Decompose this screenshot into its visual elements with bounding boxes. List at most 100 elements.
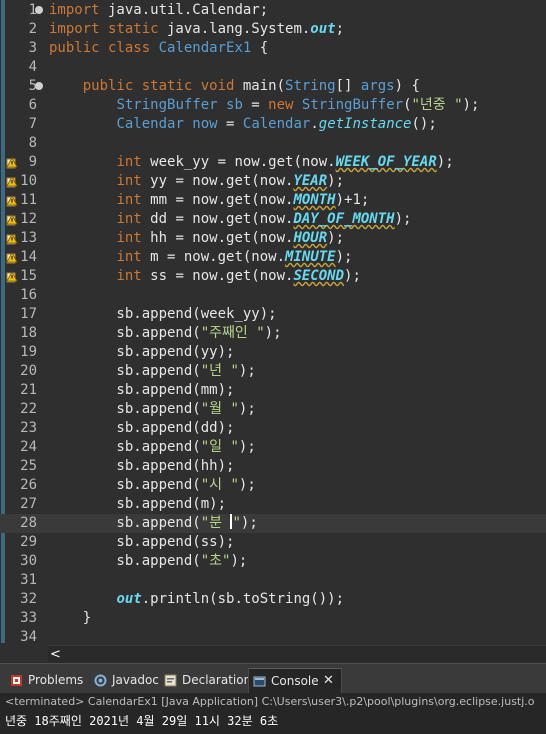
close-icon[interactable]: ✕ [323,669,334,693]
code-token: } [49,610,92,626]
code-line[interactable]: 18 sb.append("주째인 "); [0,324,546,343]
console-view[interactable]: <terminated> CalendarEx1 [Java Applicati… [0,693,546,734]
line-number: 18 [20,325,37,341]
tab-javadoc[interactable]: Javadoc [90,668,159,694]
code-token: { [251,40,269,56]
code-line[interactable]: 20 sb.append("년 "); [0,362,546,381]
code-line[interactable]: 33 } [0,609,546,628]
code-token: ); [238,477,256,493]
code-text: int yy = now.get(now.YEAR); [49,172,344,191]
code-token: ); [436,154,454,170]
code-token: hh = now.get(now. [141,230,294,246]
code-line[interactable]: 34 [0,628,546,645]
code-token: )+1; [335,192,370,208]
tab-console[interactable]: Console ✕ [248,668,342,695]
code-line[interactable]: 9 int week_yy = now.get(now.WEEK_OF_YEAR… [0,153,546,172]
code-line[interactable]: 1 import java.util.Calendar; [0,1,546,20]
code-line[interactable]: 8 [0,134,546,153]
code-line[interactable]: 29 sb.append(ss); [0,533,546,552]
code-editor[interactable]: 1 import java.util.Calendar; 2 import stati… [0,0,546,645]
code-line[interactable]: 16 [0,286,546,305]
line-number: 8 [28,135,37,151]
line-number: 1 [28,2,37,18]
code-token: String [285,78,336,94]
horizontal-scrollbar[interactable]: < [48,645,546,663]
code-token: sb.append( [49,515,201,531]
code-token: ); [238,401,256,417]
code-line[interactable]: 4 [0,58,546,77]
code-token: mm = now.get(now. [141,192,294,208]
code-line[interactable]: 19 sb.append(yy); [0,343,546,362]
code-line[interactable]: 7 Calendar now = Calendar.getInstance(); [0,115,546,134]
code-line[interactable]: 15 int ss = now.get(now.SECOND); [0,267,546,286]
code-token: ; [335,21,345,37]
code-text: int dd = now.get(now.DAY_OF_MONTH); [49,210,411,229]
code-line[interactable]: 3 public class CalendarEx1 { [0,39,546,58]
code-token: MONTH [293,192,336,208]
code-line[interactable]: 31 [0,571,546,590]
line-number: 31 [20,572,37,588]
code-token: = [217,116,243,132]
code-line[interactable]: 26 sb.append("시 "); [0,476,546,495]
code-text: sb.append(m); [49,495,226,514]
warning-icon[interactable] [6,233,18,245]
code-line[interactable]: 23 sb.append(dd); [0,419,546,438]
code-text: public class CalendarEx1 { [49,39,268,58]
code-text: int hh = now.get(now.HOUR); [49,229,344,248]
code-line[interactable]: 22 sb.append("월 "); [0,400,546,419]
code-line[interactable]: 13 int hh = now.get(now.HOUR); [0,229,546,248]
line-number: 21 [20,382,37,398]
code-token: ); [238,439,256,455]
code-token: sb.append(dd); [49,420,235,436]
warning-icon[interactable] [6,271,18,283]
code-token: Calendar [242,116,311,132]
code-token: CalendarEx1 [158,40,252,56]
code-token: MINUTE [285,249,336,265]
code-token: new [268,97,294,113]
code-line[interactable]: 24 sb.append("일 "); [0,438,546,457]
code-line[interactable]: 32 out.println(sb.toString()); [0,590,546,609]
code-line[interactable]: 14 int m = now.get(now.MINUTE); [0,248,546,267]
warning-icon[interactable] [6,195,18,207]
fold-marker-icon[interactable] [35,82,43,90]
code-token: ); [335,249,353,265]
code-line[interactable]: 27 sb.append(m); [0,495,546,514]
code-text: int ss = now.get(now.SECOND); [49,267,361,286]
declaration-icon [164,674,177,687]
code-line[interactable]: 30 sb.append("초"); [0,552,546,571]
code-line[interactable]: 11 int mm = now.get(now.MONTH)+1; [0,191,546,210]
code-token: "년 " [200,363,239,379]
code-token: StringBuffer [301,97,404,113]
warning-icon[interactable] [6,252,18,264]
scroll-left-arrow[interactable]: < [50,646,61,663]
code-line[interactable]: 21 sb.append(mm); [0,381,546,400]
code-text: sb.append("초"); [49,552,247,571]
code-line[interactable]: 6 StringBuffer sb = new StringBuffer("년중… [0,96,546,115]
line-number: 28 [20,515,37,531]
code-line[interactable]: 25 sb.append(hh); [0,457,546,476]
code-line[interactable]: 28 sb.append("분 "); [0,514,546,533]
code-line[interactable]: 12 int dd = now.get(now.DAY_OF_MONTH); [0,210,546,229]
warning-icon[interactable] [6,214,18,226]
warning-icon[interactable] [6,157,18,169]
fold-marker-icon[interactable] [35,6,43,14]
code-token: ); [327,230,345,246]
code-token: java.lang.System. [158,21,311,37]
code-text: Calendar now = Calendar.getInstance(); [49,115,436,134]
tab-declaration[interactable]: Declaration [160,668,251,694]
code-token: ); [344,268,361,284]
code-token: = [242,97,269,113]
code-token: "초" [200,553,231,569]
code-line[interactable]: 2 import static java.lang.System.out; [0,20,546,39]
code-token: m = now.get(now. [141,249,286,265]
tab-problems[interactable]: Problems [6,668,83,694]
warning-icon[interactable] [6,176,18,188]
code-line[interactable]: 10 int yy = now.get(now.YEAR); [0,172,546,191]
code-line[interactable]: 5 public static void main(String[] args)… [0,77,546,96]
javadoc-icon [94,674,107,687]
code-text: sb.append(dd); [49,419,234,438]
code-line[interactable]: 17 sb.append(week_yy); [0,305,546,324]
